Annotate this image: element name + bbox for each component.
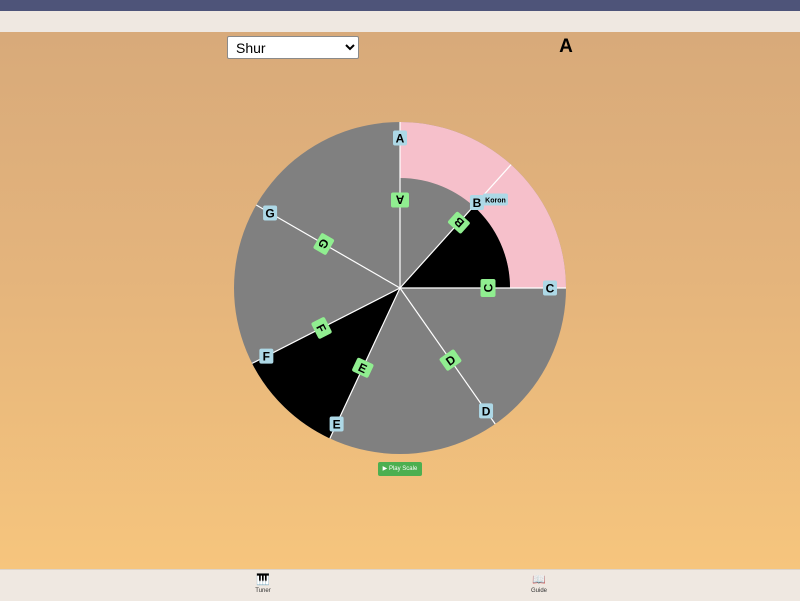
toolbar-strip [0,11,800,32]
inner-note-a-text: A [395,193,404,207]
outer-note-a[interactable]: A [393,130,407,146]
piano-icon: 🎹 [256,574,270,586]
nav-guide[interactable]: 📖 Guide [509,574,569,594]
mode-select[interactable]: Shur [227,36,359,59]
koron-label: Koron [485,198,506,205]
inner-note-c-text: C [482,283,496,292]
bottom-nav: 🎹 Tuner 📖 Guide [0,569,800,601]
outer-note-e-text: E [333,417,341,431]
book-icon: 📖 [532,574,546,586]
nav-tuner[interactable]: 🎹 Tuner [233,574,293,594]
outer-note-g[interactable]: G [263,205,278,221]
outer-note-e[interactable]: E [329,416,344,432]
outer-note-g-text: G [265,207,274,221]
nav-tuner-label: Tuner [255,588,271,594]
inner-note-a[interactable]: A [391,192,409,208]
outer-note-c-text: C [546,282,555,296]
nav-guide-label: Guide [530,588,547,594]
top-bar [0,0,800,11]
outer-note-f-text: F [263,350,270,364]
play-scale-button[interactable]: ▶ Play Scale [378,462,422,476]
outer-note-d[interactable]: D [479,403,494,419]
inner-note-c[interactable]: C [480,279,496,297]
outer-note-c[interactable]: C [543,280,557,296]
current-note-display: A [559,36,573,57]
outer-note-a-text: A [396,132,405,146]
outer-note-f[interactable]: F [259,348,274,364]
outer-note-b-text: B [473,196,482,210]
outer-note-d-text: D [482,404,491,418]
